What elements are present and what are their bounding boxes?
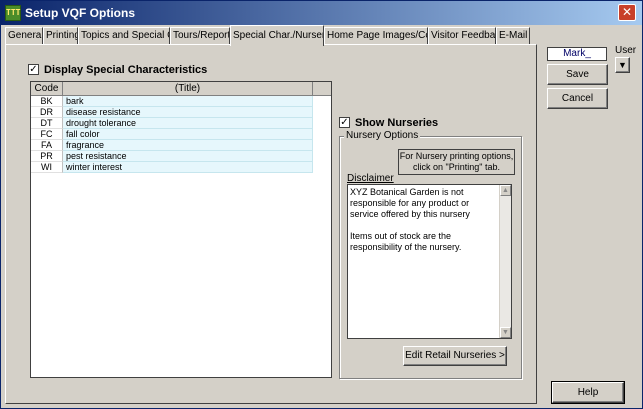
tab-strip: General Printing Topics and Special Coll… <box>5 25 545 46</box>
show-nurseries-checkbox[interactable]: ✓ <box>339 117 350 128</box>
window-title: Setup VQF Options <box>25 6 135 20</box>
code-cell[interactable]: FC <box>31 129 63 140</box>
scroll-down-icon[interactable]: ▼ <box>500 327 511 338</box>
edit-retail-nurseries-button[interactable]: Edit Retail Nurseries > <box>403 346 507 366</box>
disclaimer-label: Disclaimer <box>347 173 394 184</box>
disclaimer-paragraph-1: XYZ Botanical Garden is not responsible … <box>350 187 470 219</box>
disclaimer-textarea[interactable]: XYZ Botanical Garden is not responsible … <box>347 184 512 339</box>
table-row[interactable]: PR pest resistance <box>31 151 331 162</box>
show-nurseries-label: Show Nurseries <box>355 117 439 129</box>
tab-panel: ✓ Display Special Characteristics Code (… <box>5 44 537 404</box>
table-row[interactable]: FC fall color <box>31 129 331 140</box>
code-cell[interactable]: DT <box>31 118 63 129</box>
nursery-options-title: Nursery Options <box>344 130 421 141</box>
grid-header: Code (Title) <box>31 82 331 96</box>
title-cell[interactable]: bark <box>63 96 313 107</box>
table-row[interactable]: WI winter interest <box>31 162 331 173</box>
tab-tours-reports[interactable]: Tours/Reports <box>170 27 230 45</box>
tab-visitor-feedback[interactable]: Visitor Feedback <box>428 27 496 45</box>
title-cell[interactable]: pest resistance <box>63 151 313 162</box>
save-button[interactable]: Save <box>547 64 608 85</box>
help-button[interactable]: Help <box>551 381 625 404</box>
cancel-button[interactable]: Cancel <box>547 88 608 109</box>
title-cell[interactable]: drought tolerance <box>63 118 313 129</box>
setup-window: TTT Setup VQF Options ✕ General Printing… <box>0 0 643 409</box>
special-chars-grid[interactable]: Code (Title) BK bark DR disease resistan… <box>30 81 332 378</box>
close-button[interactable]: ✕ <box>618 4 636 21</box>
app-icon: TTT <box>5 5 21 21</box>
column-header-title[interactable]: (Title) <box>63 82 313 96</box>
disclaimer-scrollbar[interactable]: ▲ ▼ <box>499 185 511 338</box>
title-cell[interactable]: disease resistance <box>63 107 313 118</box>
disclaimer-paragraph-2: Items out of stock are the responsibilit… <box>350 231 462 252</box>
info-line-2: click on "Printing" tab. <box>413 162 500 172</box>
code-cell[interactable]: WI <box>31 162 63 173</box>
code-cell[interactable]: BK <box>31 96 63 107</box>
title-cell[interactable]: fall color <box>63 129 313 140</box>
title-cell[interactable]: fragrance <box>63 140 313 151</box>
title-cell[interactable]: winter interest <box>63 162 313 173</box>
code-cell[interactable]: DR <box>31 107 63 118</box>
tab-printing[interactable]: Printing <box>43 27 78 45</box>
tab-home-page-images[interactable]: Home Page Images/Colors <box>324 27 428 45</box>
user-dropdown-icon[interactable]: ▼ <box>615 57 630 73</box>
nursery-options-group: Nursery Options For Nursery printing opt… <box>339 130 522 379</box>
code-cell[interactable]: PR <box>31 151 63 162</box>
user-field[interactable]: Mark_ <box>547 47 607 61</box>
user-label: User <box>615 45 637 56</box>
tab-topics[interactable]: Topics and Special Coll. <box>78 27 170 45</box>
table-row[interactable]: BK bark <box>31 96 331 107</box>
code-cell[interactable]: FA <box>31 140 63 151</box>
tab-email[interactable]: E-Mail <box>496 27 530 45</box>
column-header-code[interactable]: Code <box>31 82 63 96</box>
table-row[interactable]: FA fragrance <box>31 140 331 151</box>
display-special-chars-label: Display Special Characteristics <box>44 64 208 76</box>
display-special-chars-checkbox[interactable]: ✓ <box>28 64 39 75</box>
nursery-printing-info: For Nursery printing options, click on "… <box>398 149 515 175</box>
title-bar[interactable]: TTT Setup VQF Options ✕ <box>1 1 642 25</box>
scroll-up-icon[interactable]: ▲ <box>500 185 511 196</box>
tab-special-char-nurseries[interactable]: Special Char./Nurseries <box>230 25 324 46</box>
tab-general[interactable]: General <box>5 27 43 45</box>
info-line-1: For Nursery printing options, <box>399 151 514 161</box>
table-row[interactable]: DT drought tolerance <box>31 118 331 129</box>
table-row[interactable]: DR disease resistance <box>31 107 331 118</box>
